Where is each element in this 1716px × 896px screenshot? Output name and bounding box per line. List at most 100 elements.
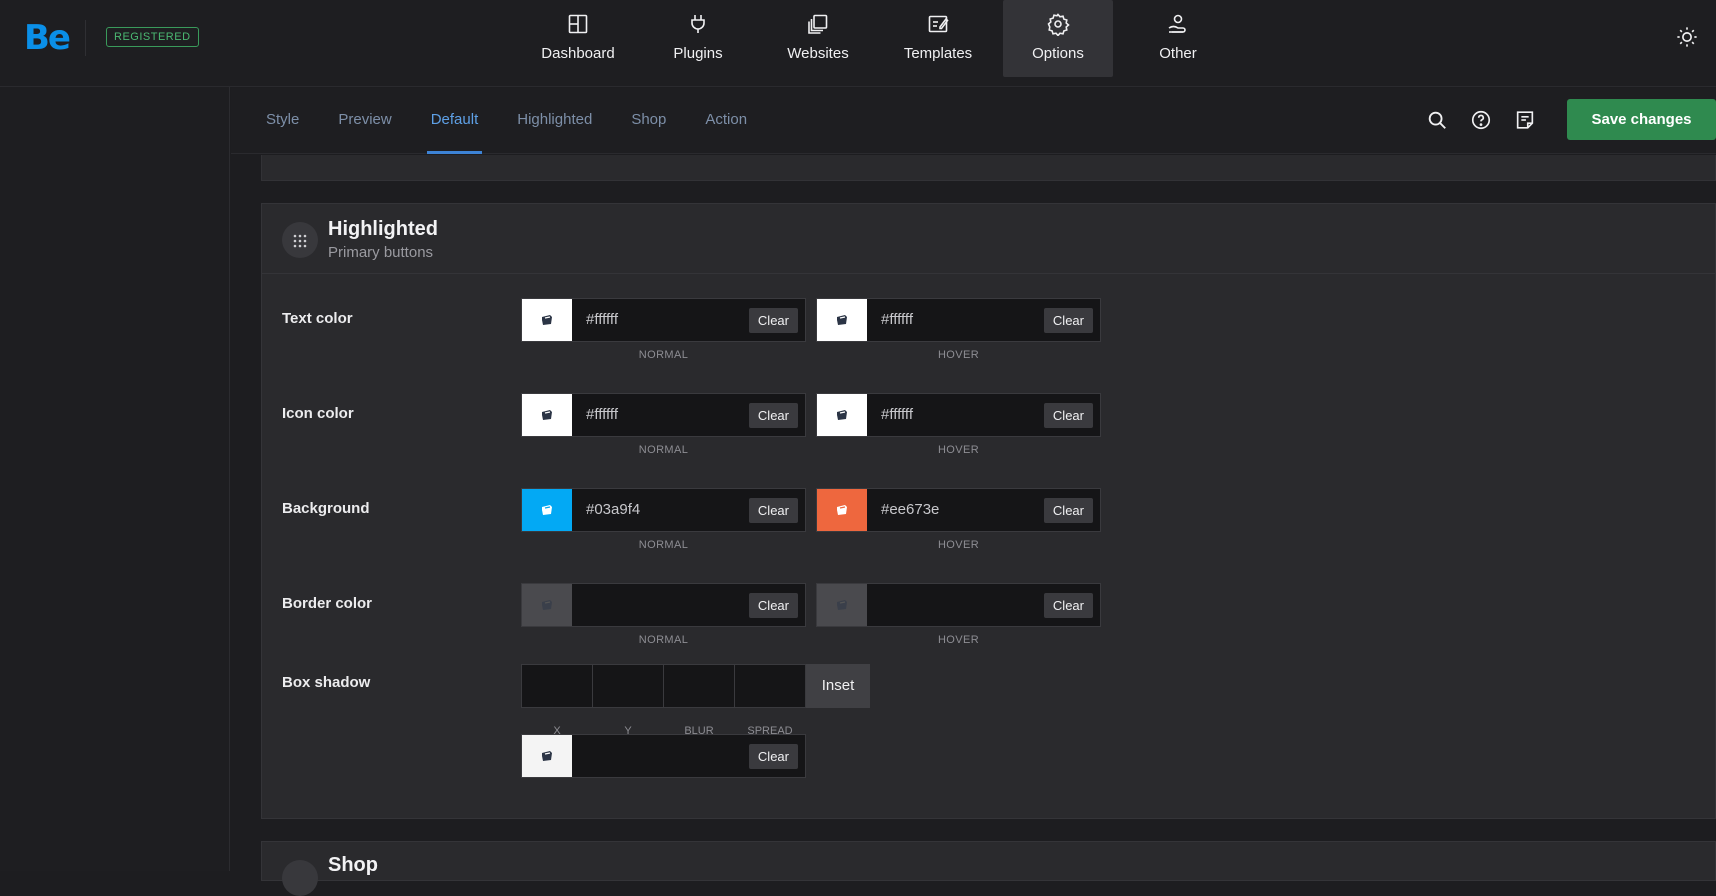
nav-other[interactable]: Other [1123, 0, 1233, 77]
color-field-normal[interactable]: #ffffff Clear [521, 393, 806, 437]
color-value[interactable]: #ffffff [881, 406, 913, 423]
color-swatch[interactable] [817, 394, 867, 436]
hover-label: HOVER [937, 349, 980, 361]
color-swatch[interactable] [817, 489, 867, 531]
highlighted-panel: Highlighted Primary buttons Box shadow I… [261, 203, 1716, 819]
drag-handle[interactable] [282, 860, 318, 896]
normal-label: NORMAL [638, 349, 689, 361]
tab-preview[interactable]: Preview [334, 88, 395, 154]
shadow-color-field[interactable]: Clear [521, 734, 806, 778]
color-field-normal[interactable]: #ffffff Clear [521, 298, 806, 342]
color-swatch[interactable] [522, 394, 572, 436]
nav-label: Websites [787, 45, 849, 62]
options-content: Highlighted Primary buttons Box shadow I… [231, 155, 1716, 896]
color-swatch[interactable] [817, 584, 867, 626]
nav-dashboard[interactable]: Dashboard [523, 0, 633, 77]
palette-icon [837, 505, 847, 515]
clear-button[interactable]: Clear [748, 744, 798, 769]
color-field-hover[interactable]: #ffffff Clear [816, 393, 1101, 437]
nav-label: Templates [903, 45, 973, 62]
hover-label: HOVER [937, 444, 980, 456]
tab-default[interactable]: Default [426, 88, 483, 154]
websites-icon [808, 14, 828, 34]
palette-icon [542, 600, 552, 610]
logo-divider [85, 20, 86, 56]
color-field-hover[interactable]: Clear [816, 583, 1101, 627]
notes-icon[interactable] [1514, 109, 1536, 131]
nav-label: Plugins [673, 45, 723, 62]
color-field-normal[interactable]: #03a9f4 Clear [521, 488, 806, 532]
shadow-blur-input[interactable] [663, 664, 735, 708]
nav-templates[interactable]: Templates [883, 0, 993, 77]
nav-options[interactable]: Options [1003, 0, 1113, 77]
color-field-hover[interactable]: #ee673e Clear [816, 488, 1101, 532]
panel-title: Shop [328, 854, 378, 876]
clear-button[interactable]: Clear [748, 403, 798, 428]
color-field-hover[interactable]: #ffffff Clear [816, 298, 1101, 342]
color-swatch[interactable] [817, 299, 867, 341]
palette-icon [542, 410, 552, 420]
palette-icon [837, 315, 847, 325]
panel-subtitle: Primary buttons [328, 244, 434, 261]
nav-label: Other [1159, 45, 1197, 62]
nav-label: Options [1032, 45, 1084, 62]
color-swatch[interactable] [522, 735, 572, 777]
palette-icon [837, 410, 847, 420]
sun-icon[interactable] [1676, 26, 1698, 48]
inset-button[interactable]: Inset [806, 664, 870, 708]
color-value[interactable]: #ffffff [881, 311, 913, 328]
color-value[interactable]: #ffffff [586, 311, 618, 328]
panel-header: Highlighted Primary buttons [262, 204, 1716, 274]
hover-label: HOVER [937, 634, 980, 646]
clear-button[interactable]: Clear [1043, 498, 1093, 523]
clear-button[interactable]: Clear [1043, 403, 1093, 428]
color-swatch[interactable] [522, 489, 572, 531]
clear-button[interactable]: Clear [748, 308, 798, 333]
logo[interactable]: Be [24, 18, 71, 58]
tab-highlighted[interactable]: Highlighted [513, 88, 596, 154]
color-value[interactable]: #ffffff [586, 406, 618, 423]
normal-label: NORMAL [638, 539, 689, 551]
save-changes-button[interactable]: Save changes [1567, 99, 1716, 140]
clear-button[interactable]: Clear [1043, 308, 1093, 333]
gear-icon [1047, 13, 1070, 36]
dashboard-icon [568, 14, 588, 34]
palette-icon [837, 600, 847, 610]
row-label: Icon color [282, 405, 354, 422]
box-shadow-label: Box shadow [282, 674, 371, 691]
nav-label: Dashboard [541, 45, 615, 62]
shop-panel: Shop [261, 841, 1716, 896]
palette-icon [542, 505, 552, 515]
top-bar: Be REGISTERED Dashboard Plugins Websites… [0, 0, 1716, 87]
left-sidebar [0, 87, 230, 871]
tab-action[interactable]: Action [701, 88, 751, 154]
nav-websites[interactable]: Websites [763, 0, 873, 77]
row-label: Border color [282, 595, 373, 612]
grid-dots-icon [293, 234, 307, 248]
previous-panel [261, 155, 1716, 181]
shadow-spread-input[interactable] [734, 664, 806, 708]
palette-icon [542, 751, 552, 761]
color-value[interactable]: #03a9f4 [586, 501, 640, 518]
clear-button[interactable]: Clear [1043, 593, 1093, 618]
clear-button[interactable]: Clear [748, 593, 798, 618]
panel-title: Highlighted [328, 218, 438, 240]
main-nav: Dashboard Plugins Websites Templates Opt… [523, 0, 1243, 77]
color-field-normal[interactable]: Clear [521, 583, 806, 627]
nav-plugins[interactable]: Plugins [643, 0, 753, 77]
shadow-x-input[interactable] [521, 664, 593, 708]
tab-shop[interactable]: Shop [627, 88, 670, 154]
search-icon[interactable] [1426, 109, 1448, 131]
templates-icon [928, 15, 949, 33]
tab-style[interactable]: Style [262, 88, 303, 154]
drag-handle[interactable] [282, 222, 318, 258]
clear-button[interactable]: Clear [748, 498, 798, 523]
help-icon[interactable] [1470, 109, 1492, 131]
color-swatch[interactable] [522, 299, 572, 341]
user-hand-icon [1168, 14, 1186, 33]
options-subbar: Style Preview Default Highlighted Shop A… [231, 88, 1716, 154]
color-swatch[interactable] [522, 584, 572, 626]
row-label: Text color [282, 310, 353, 327]
color-value[interactable]: #ee673e [881, 501, 939, 518]
shadow-y-input[interactable] [592, 664, 664, 708]
